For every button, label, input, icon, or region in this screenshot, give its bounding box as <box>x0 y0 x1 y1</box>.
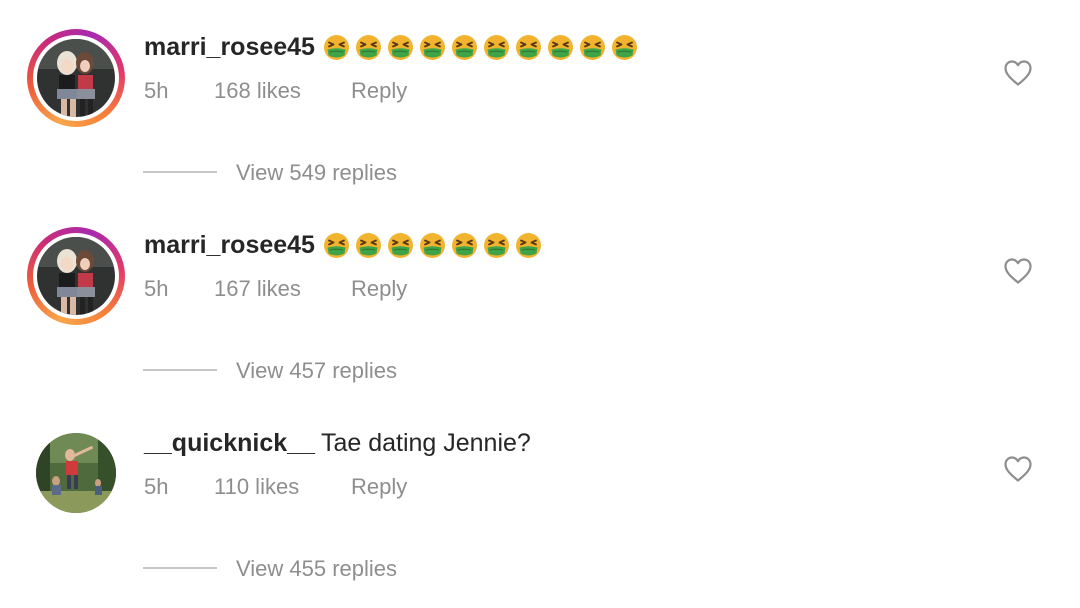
comment-meta: 5h 168 likes Reply <box>144 76 407 106</box>
avatar-ring-gap <box>33 233 119 319</box>
avatar[interactable] <box>36 433 116 513</box>
nauseated-face-emoji <box>451 34 478 61</box>
avatar-ring-gap <box>33 35 119 121</box>
reply-button[interactable]: Reply <box>351 274 407 304</box>
view-replies-label[interactable]: View 455 replies <box>236 554 397 584</box>
comment-header: marri_rosee45 <box>144 228 542 262</box>
nauseated-face-emoji <box>387 232 414 259</box>
heart-outline-icon[interactable] <box>1004 60 1032 86</box>
timestamp: 5h <box>144 276 169 301</box>
heart-outline-icon[interactable] <box>1004 456 1032 482</box>
nauseated-face-emoji <box>515 34 542 61</box>
comment-text: Tae dating Jennie? <box>320 429 531 457</box>
comment-meta: 5h 110 likes Reply <box>144 472 407 502</box>
nauseated-face-emoji <box>355 232 382 259</box>
comment-item: __quicknick__ Tae dating Jennie? 5h 110 li… <box>0 396 1080 594</box>
comment-item: marri_rosee45 5h 168 likes Reply View 549 … <box>0 0 1080 198</box>
divider-line <box>143 171 217 173</box>
comment-meta: 5h 167 likes Reply <box>144 274 407 304</box>
likes-count[interactable]: 167 likes <box>214 274 351 304</box>
likes-count[interactable]: 168 likes <box>214 76 351 106</box>
comment-item: marri_rosee45 5h 167 likes Reply View 457 … <box>0 198 1080 396</box>
reply-button[interactable]: Reply <box>351 76 407 106</box>
avatar-photo-image <box>37 39 115 117</box>
avatar-photo-image <box>36 433 116 513</box>
view-replies-label[interactable]: View 549 replies <box>236 158 397 188</box>
nauseated-face-emoji <box>483 232 510 259</box>
comment-header: __quicknick__ Tae dating Jennie? <box>144 426 531 460</box>
nauseated-face-emoji <box>611 34 638 61</box>
likes-count[interactable]: 110 likes <box>214 472 351 502</box>
avatar[interactable] <box>27 227 125 325</box>
heart-outline-icon[interactable] <box>1004 258 1032 284</box>
nauseated-face-emoji <box>579 34 606 61</box>
nauseated-face-emoji <box>355 34 382 61</box>
divider-line <box>143 567 217 569</box>
username[interactable]: marri_rosee45 <box>144 231 315 259</box>
emoji-row <box>323 34 638 61</box>
username[interactable]: marri_rosee45 <box>144 33 315 61</box>
nauseated-face-emoji <box>515 232 542 259</box>
comment-header: marri_rosee45 <box>144 30 638 64</box>
timestamp: 5h <box>144 78 169 103</box>
nauseated-face-emoji <box>387 34 414 61</box>
emoji-row <box>323 232 542 259</box>
nauseated-face-emoji <box>323 34 350 61</box>
timestamp: 5h <box>144 474 169 499</box>
view-replies-label[interactable]: View 457 replies <box>236 356 397 386</box>
nauseated-face-emoji <box>323 232 350 259</box>
avatar-photo <box>37 237 115 315</box>
divider-line <box>143 369 217 371</box>
avatar-photo <box>37 39 115 117</box>
nauseated-face-emoji <box>547 34 574 61</box>
avatar[interactable] <box>27 29 125 127</box>
username[interactable]: __quicknick__ <box>144 429 315 457</box>
avatar-photo-image <box>37 237 115 315</box>
nauseated-face-emoji <box>419 34 446 61</box>
nauseated-face-emoji <box>451 232 478 259</box>
nauseated-face-emoji <box>419 232 446 259</box>
nauseated-face-emoji <box>483 34 510 61</box>
reply-button[interactable]: Reply <box>351 472 407 502</box>
